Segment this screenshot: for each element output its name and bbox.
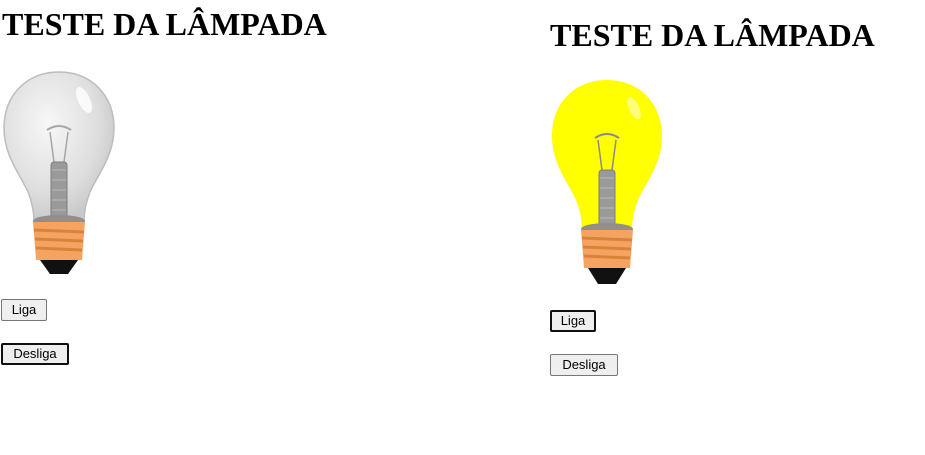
page-title: TESTE DA LÂMPADA [2, 6, 327, 42]
lightbulb-off-icon [3, 71, 115, 274]
liga-button[interactable]: Liga [1, 299, 47, 321]
desliga-button[interactable]: Desliga [550, 354, 618, 376]
desliga-button[interactable]: Desliga [1, 343, 69, 365]
page-title: TESTE DA LÂMPADA [550, 17, 875, 53]
liga-button[interactable]: Liga [550, 310, 596, 332]
lightbulb-on-icon [552, 80, 662, 284]
